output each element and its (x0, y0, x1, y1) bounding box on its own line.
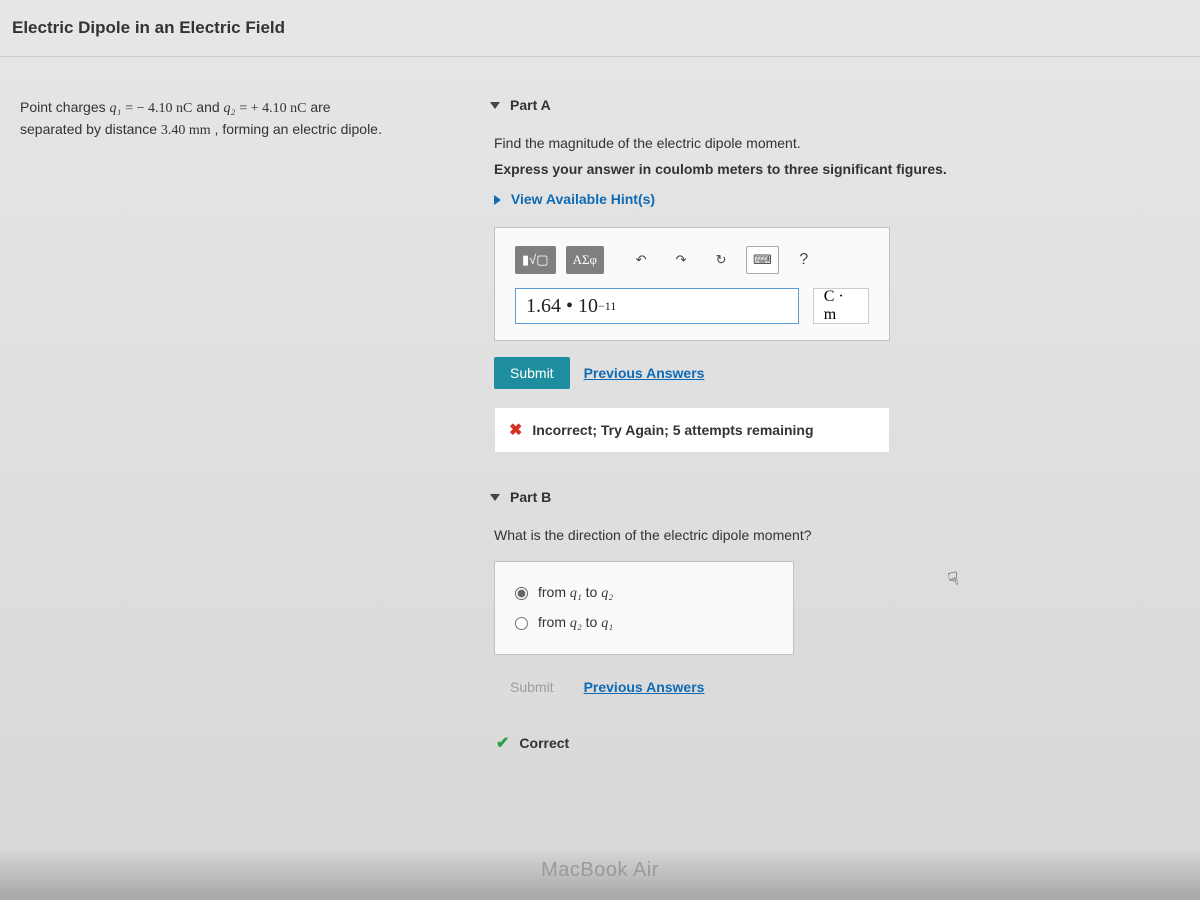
part-a-actions: Submit Previous Answers (494, 357, 990, 389)
check-icon: ✔ (496, 733, 509, 753)
fraction-template-button[interactable]: ▮√▢ (515, 246, 556, 274)
part-a-title: Part A (510, 97, 551, 113)
answer-exponent: −11 (598, 299, 616, 314)
math-var: q₁ (601, 616, 613, 631)
feedback-incorrect: ✖ Incorrect; Try Again; 5 attempts remai… (494, 407, 890, 453)
part-a-instruction: Find the magnitude of the electric dipol… (494, 135, 990, 151)
previous-answers-link[interactable]: Previous Answers (584, 679, 705, 695)
caret-down-icon (490, 102, 500, 109)
text: Point charges (20, 99, 110, 115)
redo-icon: ↷ (676, 252, 687, 268)
part-b-actions: Submit Previous Answers (494, 671, 990, 703)
equation-toolbar: ▮√▢ ΑΣφ ↶ ↷ ↻ ⌨ ? (515, 246, 869, 274)
part-b-header[interactable]: Part B (490, 489, 990, 505)
symbols-icon: ΑΣφ (573, 252, 597, 268)
part-a-body: Find the magnitude of the electric dipol… (490, 135, 990, 453)
radio-option-2[interactable]: from q₂ to q₁ (515, 608, 773, 638)
math-var: q₁ (570, 586, 582, 601)
option-text: from q₂ to q₁ (538, 614, 613, 632)
reset-icon: ↻ (716, 252, 727, 268)
text: to (586, 614, 602, 630)
answer-input[interactable]: 1.64 • 10−11 (515, 288, 799, 324)
content-row: Point charges q₁ = − 4.10 nC and q₂ = + … (0, 57, 1200, 801)
page-title: Electric Dipole in an Electric Field (12, 18, 1188, 38)
text: and (196, 99, 223, 115)
math-var-q2: q₂ (224, 101, 236, 116)
answer-value: 1.64 • 10 (526, 295, 598, 318)
help-icon: ? (799, 251, 808, 269)
help-button[interactable]: ? (789, 246, 819, 274)
feedback-correct: ✔ Correct (494, 721, 890, 765)
keyboard-button[interactable]: ⌨ (746, 246, 779, 274)
page-header: Electric Dipole in an Electric Field (0, 0, 1200, 57)
part-b-body: What is the direction of the electric di… (490, 527, 990, 765)
symbols-button[interactable]: ΑΣφ (566, 246, 604, 274)
text: from (538, 584, 570, 600)
text: , forming an electric dipole. (215, 121, 382, 137)
hints-label: View Available Hint(s) (511, 191, 655, 207)
undo-button[interactable]: ↶ (626, 246, 656, 274)
previous-answers-link[interactable]: Previous Answers (584, 365, 705, 381)
part-b-title: Part B (510, 489, 551, 505)
answer-panel-a: ▮√▢ ΑΣφ ↶ ↷ ↻ ⌨ ? 1.64 • 10−11 C · m (494, 227, 890, 341)
part-b-instruction: What is the direction of the electric di… (494, 527, 990, 543)
text: from (538, 614, 570, 630)
view-hints-link[interactable]: View Available Hint(s) (494, 191, 990, 207)
part-a-header[interactable]: Part A (490, 97, 990, 113)
math-q2-val: = + 4.10 nC (239, 101, 306, 116)
answer-column: Part A Find the magnitude of the electri… (430, 57, 990, 801)
text: are (310, 99, 330, 115)
math-var: q₂ (570, 616, 582, 631)
redo-button[interactable]: ↷ (666, 246, 696, 274)
math-var: q₂ (601, 586, 613, 601)
submit-button[interactable]: Submit (494, 357, 570, 389)
answer-row: 1.64 • 10−11 C · m (515, 288, 869, 324)
device-label: MacBook Air (541, 859, 659, 882)
text: to (586, 584, 602, 600)
option-text: from q₁ to q₂ (538, 584, 613, 602)
submit-button-disabled: Submit (494, 671, 570, 703)
fraction-icon: ▮√▢ (522, 252, 549, 268)
x-icon: ✖ (509, 420, 522, 440)
caret-down-icon (490, 494, 500, 501)
problem-text: Point charges q₁ = − 4.10 nC and q₂ = + … (20, 97, 418, 141)
unit-label: C · m (813, 288, 869, 324)
radio-input-2[interactable] (515, 617, 528, 630)
reset-button[interactable]: ↻ (706, 246, 736, 274)
part-a-format: Express your answer in coulomb meters to… (494, 161, 990, 177)
undo-icon: ↶ (636, 252, 647, 268)
radio-panel: from q₁ to q₂ from q₂ to q₁ (494, 561, 794, 655)
feedback-text: Incorrect; Try Again; 5 attempts remaini… (532, 422, 813, 438)
math-var-q1: q₁ (110, 101, 122, 116)
text: separated by distance (20, 121, 161, 137)
radio-option-1[interactable]: from q₁ to q₂ (515, 578, 773, 608)
math-distance: 3.40 mm (161, 123, 211, 138)
math-q1-val: = − 4.10 nC (125, 101, 192, 116)
feedback-text: Correct (519, 735, 569, 751)
caret-right-icon (494, 195, 501, 205)
problem-statement: Point charges q₁ = − 4.10 nC and q₂ = + … (0, 57, 430, 801)
keyboard-icon: ⌨ (753, 252, 772, 268)
radio-input-1[interactable] (515, 587, 528, 600)
